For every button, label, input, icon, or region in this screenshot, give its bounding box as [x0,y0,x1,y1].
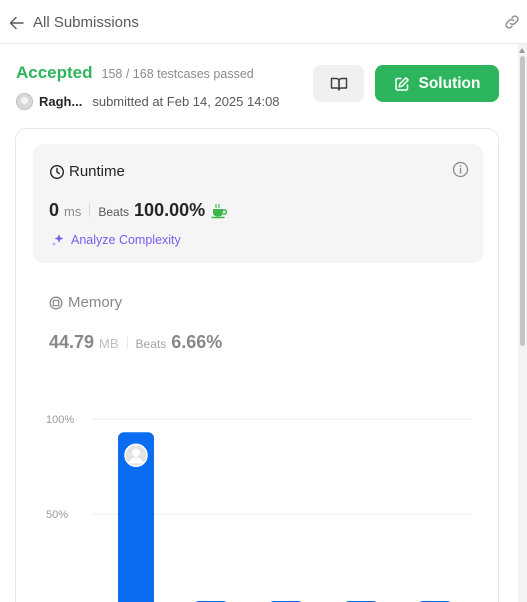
memory-unit: MB [99,336,119,351]
y-tick-label: 100% [46,414,74,426]
teacup-emoji-icon [211,203,228,218]
analyze-complexity-label: Analyze Complexity [71,233,181,247]
clock-icon [49,164,65,179]
arrow-left-icon [9,16,24,29]
scroll-thumb[interactable] [520,56,525,346]
runtime-panel[interactable]: Runtime 0 ms Beats 100.00% Analyze Compl… [33,144,483,263]
runtime-unit: ms [64,204,82,219]
submission-author: Ragh... submitted at Feb 14, 2025 14:08 [16,93,280,110]
back-to-submissions-link[interactable]: All Submissions [9,14,139,31]
link-icon[interactable] [503,13,521,31]
memory-chip-icon [49,296,63,309]
runtime-title: Runtime [69,163,125,180]
scrollbar[interactable] [518,44,527,602]
memory-title: Memory [68,294,123,311]
solution-button[interactable]: Solution [375,65,499,102]
analyze-complexity-link[interactable]: Analyze Complexity [51,233,181,247]
avatar-icon[interactable] [16,93,33,110]
divider [89,204,91,217]
avatar-head [132,448,140,457]
runtime-beats-label: Beats [98,205,130,219]
edit-icon [394,76,409,91]
memory-value: 44.79 [49,332,95,352]
divider [126,336,128,349]
memory-values: 44.79 MB Beats 6.66% [49,332,222,353]
memory-beats-label: Beats [135,337,167,351]
memory-panel[interactable]: Memory 44.79 MB Beats 6.66% [49,294,222,352]
testcases-passed: 158 / 168 testcases passed [101,67,254,81]
solution-label: Solution [418,74,481,92]
editorial-button[interactable] [313,65,364,102]
author-name[interactable]: Ragh... [39,94,82,109]
book-icon [330,77,347,91]
y-tick-label: 50% [46,509,68,521]
submitted-time: submitted at Feb 14, 2025 14:08 [92,94,280,109]
runtime-value: 0 [49,200,60,220]
top-bar: All Submissions [0,0,527,44]
submission-status: Accepted 158 / 168 testcases passed [16,63,254,83]
runtime-values: 0 ms Beats 100.00% [49,200,228,221]
memory-heading: Memory [49,294,122,311]
runtime-beats-value: 100.00% [134,200,206,220]
runtime-distribution-chart: 100% 50% [46,414,471,602]
runtime-heading: Runtime [49,163,125,180]
sparkle-icon [52,234,64,246]
info-icon[interactable] [452,161,469,178]
back-label: All Submissions [33,14,139,31]
memory-beats-value: 6.66% [171,332,223,352]
performance-card: Runtime 0 ms Beats 100.00% Analyze Compl… [15,128,499,602]
status-accepted: Accepted [16,63,93,82]
scroll-up-arrow[interactable] [519,48,525,53]
